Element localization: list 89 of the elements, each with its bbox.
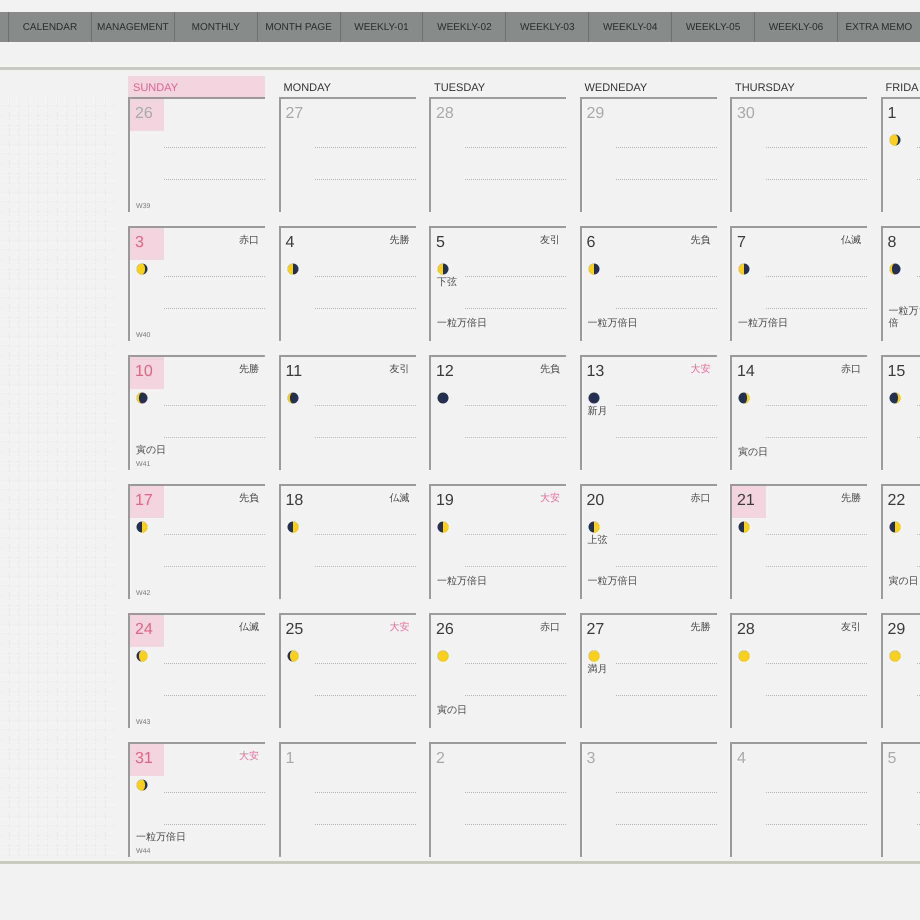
day-number: 19 xyxy=(435,491,455,511)
rokuyo-label: 先勝 xyxy=(690,620,712,635)
rokuyo-label: 仏滅 xyxy=(841,234,862,248)
day-note: 一粒万倍 xyxy=(888,306,920,330)
day-number: 8 xyxy=(886,233,898,253)
nav-tab[interactable]: CALENDAR xyxy=(8,12,91,42)
moon-phase-label: 新月 xyxy=(588,406,608,418)
day-number: 28 xyxy=(435,104,455,124)
day-number: 28 xyxy=(736,620,756,640)
rokuyo-label: 大安 xyxy=(390,620,410,635)
rokuyo-label: 赤口 xyxy=(841,362,862,377)
day-number: 4 xyxy=(736,749,747,769)
rokuyo-label: 大安 xyxy=(690,362,712,377)
day-note: 寅の日 xyxy=(738,447,768,459)
rokuyo-label: 先勝 xyxy=(841,492,862,506)
rokuyo-label: 大安 xyxy=(239,750,260,764)
day-number: 3 xyxy=(586,749,596,769)
nav-tab[interactable]: MANAGEMENT xyxy=(90,12,174,42)
weekday-header: WEDNEDAY xyxy=(584,80,648,96)
day-number: 5 xyxy=(435,233,446,253)
moon-phase-label: 下弦 xyxy=(437,277,457,289)
weekday-header: FRIDA xyxy=(884,80,920,96)
day-number: 26 xyxy=(435,620,455,640)
day-number: 18 xyxy=(284,491,304,511)
day-number: 27 xyxy=(586,620,606,640)
weekday-header: THURSDAY xyxy=(734,80,796,96)
weekday-header: SUNDAY xyxy=(128,76,265,97)
rokuyo-label: 先負 xyxy=(690,234,712,248)
day-number: 31 xyxy=(130,744,164,776)
rokuyo-label: 赤口 xyxy=(239,234,260,248)
nav-tab[interactable]: WEEKLY-03 xyxy=(505,12,588,42)
day-number: 1 xyxy=(886,104,898,124)
day-number: 26 xyxy=(130,99,164,131)
rokuyo-label: 先負 xyxy=(239,492,260,506)
moon-phase-label: 上弦 xyxy=(588,535,608,547)
nav-tab[interactable]: WEEKLY-04 xyxy=(588,12,672,42)
day-number: 14 xyxy=(736,362,756,382)
day-number: 27 xyxy=(284,104,304,124)
day-note: 一粒万倍日 xyxy=(437,318,487,330)
rokuyo-label: 友引 xyxy=(390,363,410,377)
day-number: 20 xyxy=(586,491,606,511)
day-number: 6 xyxy=(586,233,596,253)
day-note: 寅の日 xyxy=(136,445,166,457)
nav-tab[interactable]: MONTHLY xyxy=(174,12,257,42)
rokuyo-label: 友引 xyxy=(540,234,561,248)
rokuyo-label: 仏滅 xyxy=(390,492,410,506)
rokuyo-label: 先勝 xyxy=(390,234,410,248)
day-number: 15 xyxy=(886,362,906,382)
weekday-header: MONDAY xyxy=(282,80,332,96)
day-number: 3 xyxy=(130,228,164,260)
day-number: 22 xyxy=(886,491,906,511)
rokuyo-label: 友引 xyxy=(841,621,862,635)
day-note: 一粒万倍日 xyxy=(136,832,186,844)
nav-tab[interactable]: WEEKLY-05 xyxy=(671,12,754,42)
day-note: 寅の日 xyxy=(437,705,467,717)
weekday-header: TUESDAY xyxy=(433,80,486,96)
day-number: 7 xyxy=(736,233,747,253)
day-number: 17 xyxy=(130,486,164,518)
nav-tab[interactable]: WEEKLY-01 xyxy=(340,12,422,42)
nav-tab[interactable]: EXTRA MEMO xyxy=(836,12,920,42)
nav-tab[interactable]: MONTH PAGE xyxy=(256,12,340,42)
rokuyo-label: 赤口 xyxy=(690,492,712,506)
day-note: 一粒万倍日 xyxy=(588,576,638,588)
day-number: 5 xyxy=(886,749,898,769)
day-number: 29 xyxy=(586,104,606,124)
day-number: 1 xyxy=(284,749,296,769)
nav-tab[interactable]: WEEKLY-02 xyxy=(422,12,506,42)
day-number: 29 xyxy=(886,620,906,640)
day-number: 24 xyxy=(130,615,164,647)
day-number: 2 xyxy=(435,749,446,769)
day-number: 10 xyxy=(130,357,164,389)
day-number: 21 xyxy=(732,486,766,518)
day-number: 4 xyxy=(284,233,296,253)
moon-phase-label: 満月 xyxy=(588,664,608,676)
nav-tab[interactable]: WEEKLY-06 xyxy=(754,12,837,42)
day-number: 30 xyxy=(736,104,756,124)
rokuyo-label: 仏滅 xyxy=(239,620,260,635)
rokuyo-label: 大安 xyxy=(540,492,561,506)
day-number: 11 xyxy=(284,362,304,382)
day-note: 一粒万倍日 xyxy=(738,318,788,330)
day-note: 一粒万倍日 xyxy=(437,576,487,588)
rokuyo-label: 先負 xyxy=(540,362,561,377)
day-note: 一粒万倍日 xyxy=(588,318,638,330)
day-number: 13 xyxy=(586,362,606,382)
day-number: 25 xyxy=(284,620,304,640)
day-number: 12 xyxy=(435,362,455,382)
day-note: 寅の日 xyxy=(888,576,918,588)
rokuyo-label: 赤口 xyxy=(540,620,561,635)
rokuyo-label: 先勝 xyxy=(239,362,260,377)
